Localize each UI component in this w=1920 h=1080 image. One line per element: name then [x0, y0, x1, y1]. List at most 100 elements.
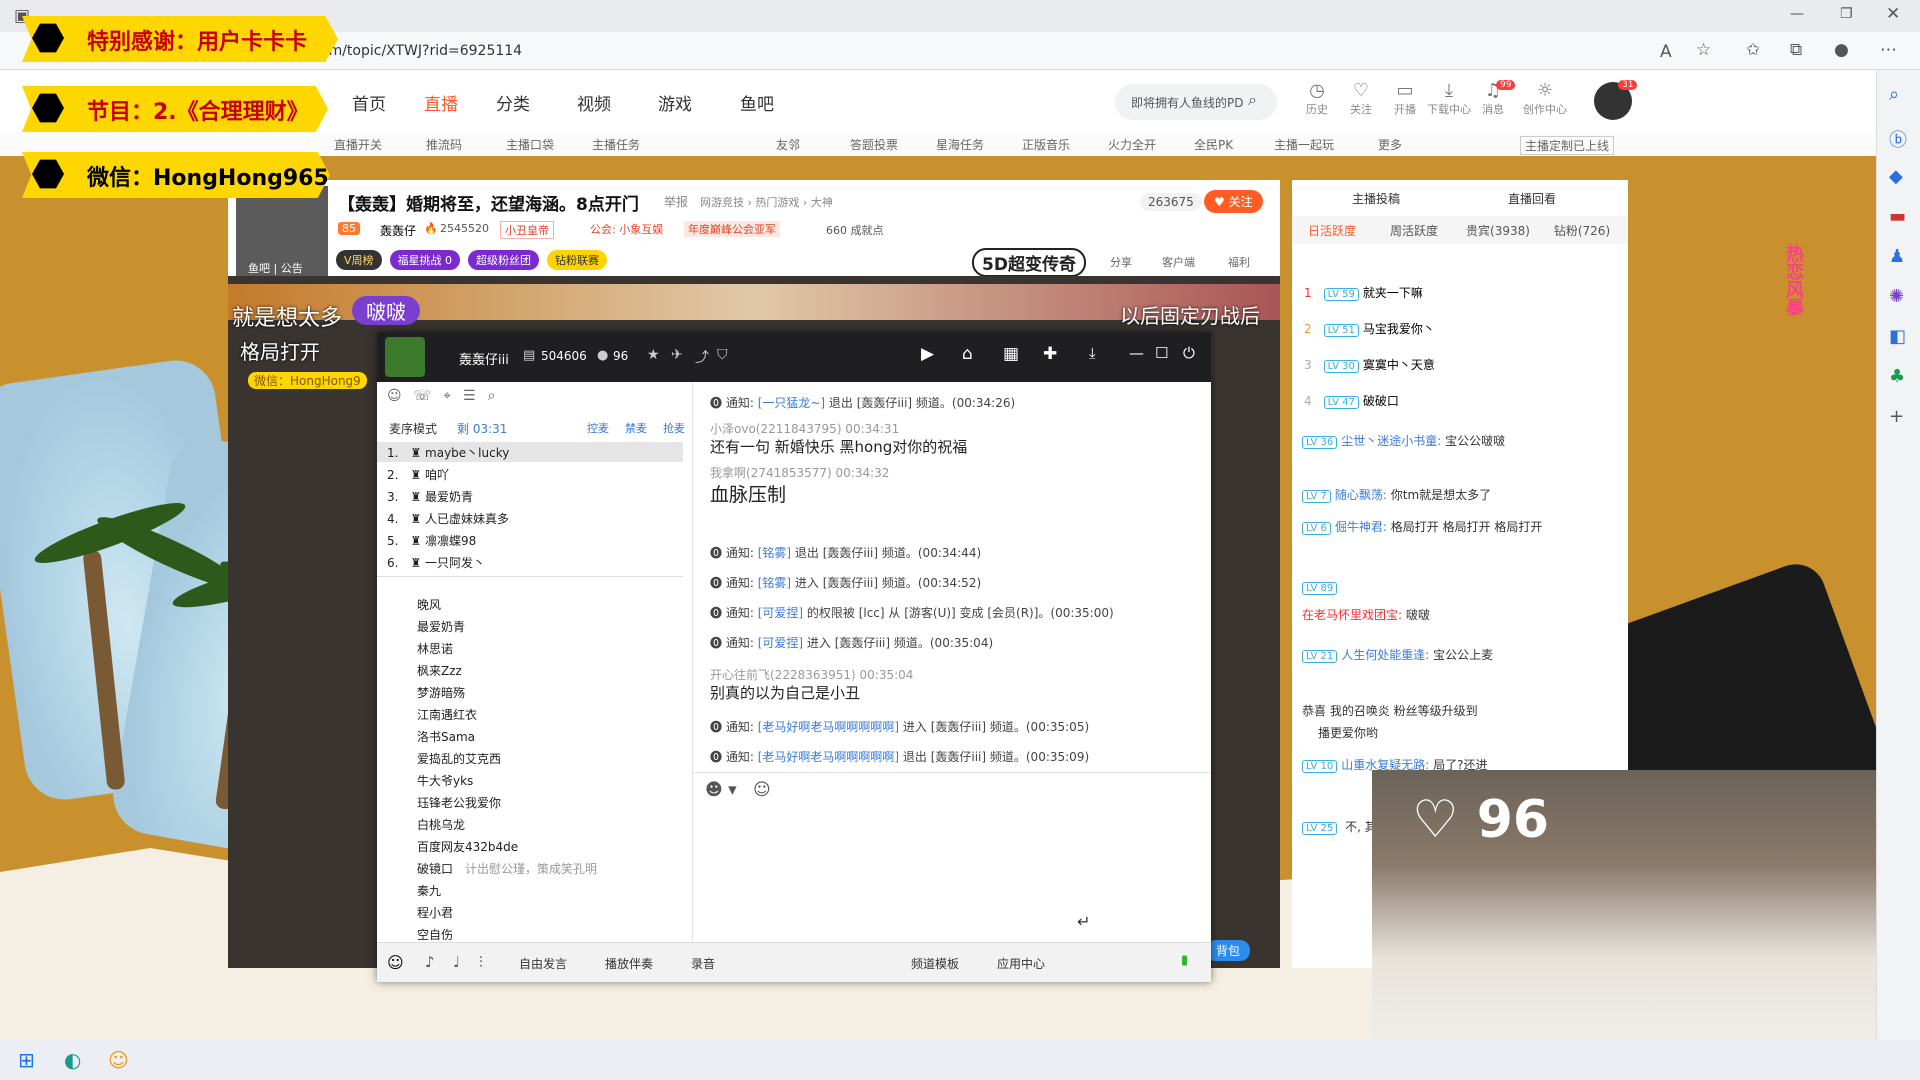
- speaker-icon[interactable]: ♪: [425, 953, 435, 971]
- download-button[interactable]: ⤓ 下载中心: [1424, 80, 1474, 117]
- fuxing-pill[interactable]: 福星挑战 0: [389, 250, 461, 270]
- history-button[interactable]: ◷ 历史: [1292, 80, 1342, 117]
- rank-row[interactable]: 1 LV 59 就夹一下嘛: [1304, 284, 1423, 301]
- member-item[interactable]: 百度网友432b4de: [417, 838, 518, 855]
- report-link[interactable]: 举报: [664, 193, 688, 210]
- list-icon[interactable]: ☰: [463, 388, 476, 404]
- subnav-item[interactable]: 直播开关: [334, 136, 382, 153]
- mixer-icon[interactable]: ⫶: [479, 953, 483, 971]
- video-icon[interactable]: ▶: [921, 344, 934, 364]
- control-mic[interactable]: 控麦: [587, 420, 609, 436]
- yy-app-icon[interactable]: ☺: [108, 1048, 129, 1072]
- queue-item[interactable]: 5. ♜ 凛凛蝶98: [387, 532, 476, 549]
- queue-item[interactable]: 4. ♜ 人已虚妹妹真多: [387, 510, 509, 527]
- client-button[interactable]: 客户端: [1162, 254, 1195, 270]
- people-icon[interactable]: ♟: [1889, 246, 1905, 267]
- tab-weekly[interactable]: 周活跃度: [1372, 222, 1456, 239]
- member-item[interactable]: 程小君: [417, 904, 453, 921]
- diamond-fans-pill[interactable]: 钻粉联赛: [547, 250, 608, 270]
- member-item[interactable]: 晚风: [417, 596, 441, 613]
- weekly-rank-pill[interactable]: V周榜: [336, 250, 382, 270]
- queue-item[interactable]: 6. ♜ 一只阿发丶: [387, 554, 485, 571]
- guild-tag[interactable]: 公会: 小象互娱: [590, 221, 663, 237]
- plane-icon[interactable]: ✈: [671, 347, 683, 363]
- minimize-icon[interactable]: —: [1129, 344, 1144, 362]
- subnav-item[interactable]: 友邻: [776, 136, 800, 153]
- member-item[interactable]: 牛大爷yks: [417, 772, 473, 789]
- creator-button[interactable]: ☼ 创作中心: [1520, 80, 1570, 117]
- home-icon[interactable]: ⌂: [962, 344, 973, 364]
- member-item[interactable]: 江南遇红衣: [417, 706, 477, 723]
- minimize-icon[interactable]: —: [1790, 6, 1804, 22]
- subnav-item[interactable]: 火力全开: [1108, 136, 1156, 153]
- collections-icon[interactable]: ⧉: [1790, 40, 1802, 60]
- yy-logo-icon[interactable]: ☺: [387, 953, 404, 972]
- maximize-icon[interactable]: ☐: [1155, 344, 1168, 362]
- record[interactable]: 录音: [691, 955, 715, 972]
- mic-icon[interactable]: ♩: [453, 953, 460, 971]
- profile-icon[interactable]: ●: [1834, 40, 1849, 60]
- app-center[interactable]: 应用中心: [997, 955, 1045, 972]
- tab-daily[interactable]: 日活跃度: [1292, 222, 1372, 239]
- power-icon[interactable]: ⏻: [1183, 344, 1195, 362]
- free-speak[interactable]: 自由发言: [519, 955, 567, 972]
- subnav-item[interactable]: 全民PK: [1194, 136, 1233, 153]
- queue-item[interactable]: 1. ♜ maybe丶lucky: [387, 444, 509, 461]
- shield-icon[interactable]: ⛉: [717, 347, 728, 363]
- rank-row[interactable]: 4 LV 47 破破口: [1304, 392, 1399, 409]
- games-icon[interactable]: ✺: [1889, 286, 1904, 307]
- emoji-icon[interactable]: ☻ ▾: [705, 780, 737, 800]
- more-icon[interactable]: ⋯: [1880, 40, 1897, 60]
- welfare-button[interactable]: 福利: [1228, 254, 1250, 270]
- nav-yuba[interactable]: 鱼吧: [740, 90, 774, 115]
- queue-item[interactable]: 3. ♜ 最爱奶青: [387, 488, 473, 505]
- rank-row[interactable]: 3 LV 30 寞寞中丶天意: [1304, 356, 1435, 373]
- brand-logo[interactable]: 5D超变传奇: [972, 248, 1086, 277]
- member-item[interactable]: 破镜口 计出慰公瑾，策成笑孔明: [417, 860, 597, 877]
- download-icon[interactable]: ⤓: [1089, 344, 1096, 362]
- queue-item[interactable]: 2. ♜ 咱吖: [387, 466, 449, 483]
- sticker-icon[interactable]: ☺: [753, 780, 771, 800]
- tab-diamond[interactable]: 钻粉(726): [1540, 222, 1624, 239]
- subnav-item[interactable]: 主播一起玩: [1274, 136, 1334, 153]
- broadcast-button[interactable]: ▭ 开播: [1380, 80, 1430, 117]
- member-item[interactable]: 枫来Zzz: [417, 662, 462, 679]
- tab-vip[interactable]: 贵宾(3938): [1456, 222, 1540, 239]
- share-icon[interactable]: ⤴: [695, 347, 709, 367]
- subnav-item[interactable]: 主播口袋: [506, 136, 554, 153]
- favorite-icon[interactable]: ☆: [1696, 40, 1711, 60]
- member-item[interactable]: 白桃乌龙: [417, 816, 465, 833]
- tag-icon[interactable]: ◆: [1889, 166, 1903, 187]
- nav-game[interactable]: 游戏: [658, 90, 692, 115]
- close-icon[interactable]: ✕: [1886, 4, 1900, 24]
- ban-mic[interactable]: 禁麦: [625, 420, 647, 436]
- replay-link[interactable]: 直播回看: [1508, 190, 1556, 207]
- chat-icon[interactable]: ☏: [414, 388, 432, 404]
- member-item[interactable]: 洛书Sama: [417, 728, 475, 745]
- star-icon[interactable]: ★: [647, 347, 660, 363]
- subnav-item[interactable]: 正版音乐: [1022, 136, 1070, 153]
- rank-row[interactable]: 2 LV 51 马宝我爱你丶: [1304, 320, 1435, 337]
- bing-icon[interactable]: ⓑ: [1889, 126, 1907, 152]
- category-breadcrumb[interactable]: 网游竞技 › 热门游戏 › 大神: [700, 194, 833, 210]
- toolbox-icon[interactable]: ▬: [1889, 206, 1906, 227]
- board-icon[interactable]: ▦: [1003, 344, 1019, 364]
- subnav-item[interactable]: 更多: [1378, 136, 1402, 153]
- tree-icon[interactable]: ♣: [1889, 366, 1905, 387]
- member-item[interactable]: 爱捣乱的艾克西: [417, 750, 501, 767]
- favorites-icon[interactable]: ✩: [1746, 40, 1760, 60]
- superfan-pill[interactable]: 超级粉丝团: [468, 250, 540, 270]
- search-icon[interactable]: ⌕: [1889, 84, 1899, 105]
- fun-tag[interactable]: 热恋风暴: [1780, 244, 1806, 316]
- subnav-item[interactable]: 星海任务: [936, 136, 984, 153]
- nav-live[interactable]: 直播: [424, 90, 458, 115]
- anchor-submit-link[interactable]: 主播投稿: [1352, 190, 1400, 207]
- gamepad-icon[interactable]: ✚: [1043, 344, 1057, 364]
- member-item[interactable]: 空自伤: [417, 926, 453, 940]
- channel-template[interactable]: 频道模板: [911, 955, 959, 972]
- follow-button[interactable]: ♡ 关注: [1336, 80, 1386, 117]
- subnav-item[interactable]: 主播任务: [592, 136, 640, 153]
- queue-mode[interactable]: 麦序模式: [389, 420, 437, 437]
- share-button[interactable]: 分享: [1110, 254, 1132, 270]
- windows-start-icon[interactable]: ⊞: [18, 1048, 35, 1072]
